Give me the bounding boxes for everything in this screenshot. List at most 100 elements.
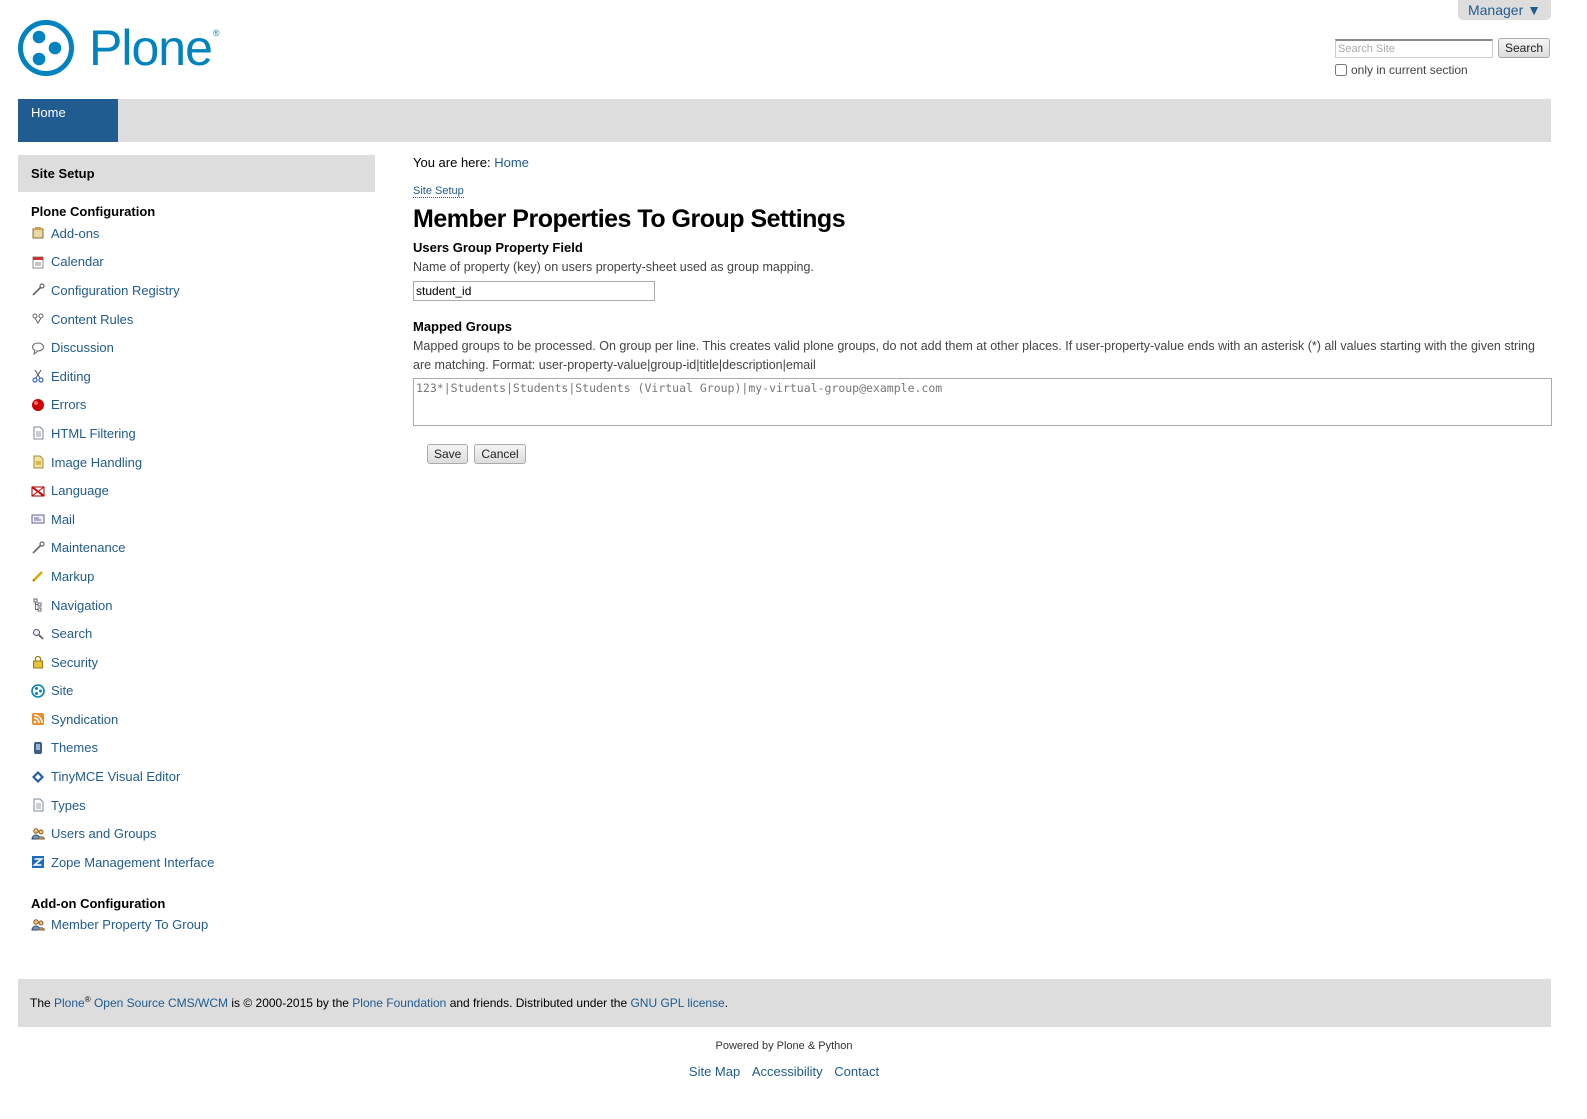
site-setup-item-label: Errors <box>51 397 87 413</box>
site-setup-item-label: Navigation <box>51 597 113 613</box>
site-setup-item-label: Content Rules <box>51 311 134 327</box>
site-setup-item-html-filtering[interactable]: HTML Filtering <box>31 419 375 448</box>
form-actions: Save Cancel <box>427 444 1553 465</box>
search-button[interactable]: Search <box>1497 38 1550 58</box>
site-setup-item-errors[interactable]: Errors <box>31 391 375 420</box>
mapped-groups-help: Mapped groups to be processed. On group … <box>413 338 1535 372</box>
breadcrumb-prefix: You are here: <box>413 155 491 170</box>
site-logo[interactable]: Plone ® <box>18 20 220 76</box>
site-setup-item-syndication[interactable]: Syndication <box>31 705 375 734</box>
error-icon <box>32 398 44 411</box>
scissors-icon <box>32 370 44 383</box>
site-setup-item-label: Member Property To Group <box>51 917 209 933</box>
addons-icon <box>32 227 44 239</box>
search-input[interactable] <box>1335 38 1493 58</box>
site-setup-item-label: Mail <box>51 511 75 527</box>
site-setup-item-calendar[interactable]: Calendar <box>31 248 375 277</box>
footer-cms-link[interactable]: Open Source CMS/WCM <box>94 996 228 1010</box>
site-setup-item-search[interactable]: Search <box>31 619 375 648</box>
nav-tab-home[interactable]: Home <box>18 99 118 142</box>
footer-registered-mark: ® <box>84 995 91 1004</box>
footer-text-4: . <box>724 996 729 1010</box>
image-icon <box>33 455 44 469</box>
site-setup-item-label: Calendar <box>51 254 104 270</box>
site-setup-item-users-and-groups[interactable]: Users and Groups <box>31 819 375 848</box>
current-section-label: only in current section <box>1351 63 1468 77</box>
wrench-icon <box>32 541 45 554</box>
site-setup-item-discussion[interactable]: Discussion <box>31 333 375 362</box>
site-setup-item-label: Security <box>51 654 98 670</box>
site-action-accessibility[interactable]: Accessibility <box>752 1064 823 1079</box>
site-setup-item-configuration-registry[interactable]: Configuration Registry <box>31 276 375 305</box>
navigation-icon <box>33 598 42 612</box>
logo-text: Plone <box>89 20 213 76</box>
site-setup-item-label: Search <box>51 626 93 642</box>
site-action-site-map[interactable]: Site Map <box>689 1064 740 1079</box>
main-content: You are here: Home Site Setup Member Pro… <box>413 155 1553 465</box>
site-setup-item-label: Zope Management Interface <box>51 854 215 870</box>
plone-logo-icon <box>18 20 74 76</box>
site-setup-item-navigation[interactable]: Navigation <box>31 591 375 620</box>
footer-text-3: and friends. Distributed under the <box>446 996 631 1010</box>
lock-icon <box>33 656 43 669</box>
site-setup-item-mail[interactable]: Mail <box>31 505 375 534</box>
users-group-property-field-help: Name of property (key) on users property… <box>413 260 814 274</box>
site-setup-item-label: Users and Groups <box>51 826 157 842</box>
users-group-property-field-label: Users Group Property Field <box>413 240 583 255</box>
site-setup-item-label: Maintenance <box>51 540 126 556</box>
users-icon <box>31 919 45 931</box>
site-setup-item-zope-management-interface[interactable]: Zope Management Interface <box>31 848 375 877</box>
save-button[interactable]: Save <box>427 444 469 465</box>
site-setup-portlet: Site Setup Plone Configuration Add-ons Ca… <box>18 155 375 939</box>
site-setup-item-label: Discussion <box>51 340 114 356</box>
addon-configuration-list: Member Property To Group <box>31 911 375 940</box>
footer-plone-link[interactable]: Plone <box>54 996 85 1010</box>
users-icon <box>31 828 45 840</box>
site-setup-item-security[interactable]: Security <box>31 648 375 677</box>
personal-tools-menu[interactable]: Manager ▼ <box>1457 0 1551 20</box>
site-setup-link[interactable]: Site Setup <box>413 185 464 198</box>
footer-foundation-link[interactable]: Plone Foundation <box>352 996 446 1010</box>
search-current-section-option: only in current section <box>1335 63 1550 77</box>
calendar-icon <box>32 256 44 269</box>
site-setup-item-editing[interactable]: Editing <box>31 362 375 391</box>
portlet-header: Site Setup <box>18 155 375 192</box>
site-setup-item-types[interactable]: Types <box>31 791 375 820</box>
site-setup-item-markup[interactable]: Markup <box>31 562 375 591</box>
site-setup-item-add-ons[interactable]: Add-ons <box>31 219 375 248</box>
global-navigation: Home <box>18 99 1551 142</box>
pencil-icon <box>32 571 43 583</box>
site-setup-item-maintenance[interactable]: Maintenance <box>31 534 375 563</box>
site-setup-item-member-property-to-group[interactable]: Member Property To Group <box>31 911 375 940</box>
site-setup-item-label: Site <box>51 683 74 699</box>
mail-icon <box>31 514 45 524</box>
site-setup-item-label: Image Handling <box>51 454 143 470</box>
portal-footer: The Plone® Open Source CMS/WCM is © 2000… <box>18 979 1551 1027</box>
colophon: Powered by Plone & Python <box>715 1040 853 1052</box>
users-group-property-field-input[interactable] <box>413 280 655 301</box>
site-setup-item-content-rules[interactable]: Content Rules <box>31 305 375 334</box>
site-setup-item-label: Configuration Registry <box>51 282 180 298</box>
themes-icon <box>34 741 42 754</box>
breadcrumb: You are here: Home <box>413 155 1553 170</box>
current-section-checkbox[interactable] <box>1335 64 1347 76</box>
site-setup-item-site[interactable]: Site <box>31 677 375 706</box>
footer-license-link[interactable]: GNU GPL license <box>630 996 724 1010</box>
discussion-icon <box>32 342 44 355</box>
breadcrumb-home-link[interactable]: Home <box>494 155 529 170</box>
plone-configuration-list: Add-ons Calendar Configuration Registry Con… <box>31 219 375 877</box>
site-setup-item-tinymce-visual-editor[interactable]: TinyMCE Visual Editor <box>31 762 375 791</box>
site-setup-item-themes[interactable]: Themes <box>31 734 375 763</box>
addon-configuration-heading: Add-on Configuration <box>31 895 166 911</box>
site-setup-item-label: Add-ons <box>51 225 100 241</box>
site-setup-item-language[interactable]: Language <box>31 476 375 505</box>
logo-registered-mark: ® <box>212 28 220 38</box>
mapped-groups-label: Mapped Groups <box>413 318 512 334</box>
site-action-contact[interactable]: Contact <box>834 1064 879 1079</box>
zope-icon <box>32 856 44 869</box>
plone-configuration-heading: Plone Configuration <box>31 204 156 219</box>
mapped-groups-textarea[interactable]: 123*|Students|Students|Students (Virtual… <box>413 378 1552 427</box>
cancel-button[interactable]: Cancel <box>474 444 526 465</box>
site-setup-item-image-handling[interactable]: Image Handling <box>31 448 375 477</box>
site-setup-item-label: Markup <box>51 568 95 584</box>
